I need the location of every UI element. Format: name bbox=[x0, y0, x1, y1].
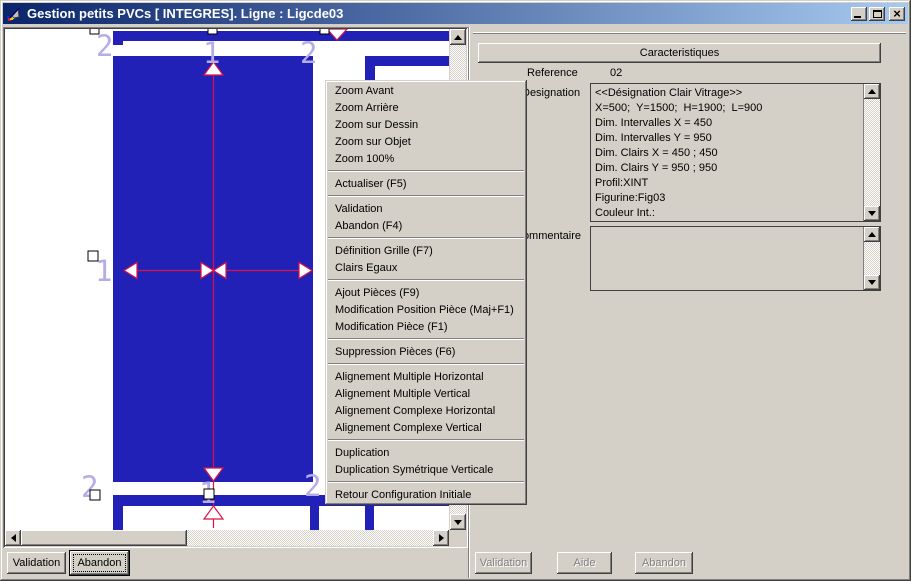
app-icon bbox=[6, 6, 22, 22]
commentaire-scrollbar[interactable] bbox=[863, 227, 880, 290]
horizontal-scrollbar[interactable] bbox=[5, 530, 449, 546]
maximize-icon bbox=[873, 10, 882, 18]
panel-abandon-button[interactable]: Abandon bbox=[635, 552, 693, 574]
designation-textarea[interactable]: <<Désignation Clair Vitrage>> X=500; Y=1… bbox=[590, 83, 881, 222]
menu-separator bbox=[328, 195, 524, 197]
menu-item-modification-piece[interactable]: Modification Pièce (F1) bbox=[327, 318, 525, 335]
selection-handle[interactable] bbox=[320, 29, 329, 34]
panel-top-groove bbox=[473, 32, 906, 34]
menu-item-zoom-sur-dessin[interactable]: Zoom sur Dessin bbox=[327, 116, 525, 133]
validation-button[interactable]: Validation bbox=[7, 552, 66, 574]
selection-handle[interactable] bbox=[208, 29, 217, 34]
menu-item-abandon[interactable]: Abandon (F4) bbox=[327, 217, 525, 234]
title-bar[interactable]: Gestion petits PVCs [ INTEGRES]. Ligne :… bbox=[3, 3, 908, 24]
close-button[interactable]: × bbox=[889, 7, 905, 21]
minimize-button[interactable] bbox=[851, 7, 867, 21]
menu-item-validation[interactable]: Validation bbox=[327, 200, 525, 217]
menu-item-definition-grille[interactable]: Définition Grille (F7) bbox=[327, 242, 525, 259]
menu-item-zoom-avant[interactable]: Zoom Avant bbox=[327, 82, 525, 99]
menu-separator bbox=[328, 338, 524, 340]
sash2-top-rail[interactable] bbox=[365, 56, 449, 66]
menu-item-actualiser[interactable]: Actualiser (F5) bbox=[327, 175, 525, 192]
reference-label: Reference bbox=[527, 67, 578, 79]
window-title: Gestion petits PVCs [ INTEGRES]. Ligne :… bbox=[27, 6, 343, 21]
menu-item-suppression-pieces[interactable]: Suppression Pièces (F6) bbox=[327, 343, 525, 360]
maximize-button[interactable] bbox=[869, 7, 885, 21]
frame-bottom-stub-mid bbox=[310, 506, 319, 530]
selection-handle[interactable] bbox=[204, 489, 214, 499]
properties-panel: Caracteristiques Reference 02 Designatio… bbox=[470, 27, 908, 578]
reference-value: 02 bbox=[610, 67, 622, 79]
arrow-up-icon bbox=[868, 89, 876, 94]
menu-separator bbox=[328, 481, 524, 483]
scrollbar-corner bbox=[450, 530, 466, 546]
abandon-button-default[interactable]: Abandon bbox=[69, 550, 130, 576]
cell-label: 2 bbox=[304, 469, 321, 503]
menu-separator bbox=[328, 363, 524, 365]
menu-separator bbox=[328, 279, 524, 281]
menu-separator bbox=[328, 170, 524, 172]
scroll-down-button[interactable] bbox=[864, 275, 880, 290]
caracteristiques-label: Caracteristiques bbox=[640, 47, 719, 59]
menu-item-ajout-pieces[interactable]: Ajout Pièces (F9) bbox=[327, 284, 525, 301]
scroll-down-button[interactable] bbox=[864, 206, 880, 221]
commentaire-textarea[interactable] bbox=[590, 226, 881, 291]
frame-bottom-stub-left bbox=[113, 506, 123, 530]
menu-item-modification-position-piece[interactable]: Modification Position Pièce (Maj+F1) bbox=[327, 301, 525, 318]
designation-text: <<Désignation Clair Vitrage>> X=500; Y=1… bbox=[591, 84, 863, 221]
scroll-left-button[interactable] bbox=[5, 530, 21, 546]
close-icon: × bbox=[893, 8, 901, 20]
frame-top-rail-end bbox=[113, 41, 123, 45]
arrow-down-icon bbox=[454, 520, 462, 525]
menu-item-alignement-multiple-vertical[interactable]: Alignement Multiple Vertical bbox=[327, 385, 525, 402]
selection-handle[interactable] bbox=[90, 490, 100, 500]
designation-scrollbar[interactable] bbox=[863, 84, 880, 221]
menu-item-duplication[interactable]: Duplication bbox=[327, 444, 525, 461]
menu-separator bbox=[328, 237, 524, 239]
app-window: Gestion petits PVCs [ INTEGRES]. Ligne :… bbox=[0, 0, 911, 581]
cell-label: 2 bbox=[300, 36, 317, 70]
horizontal-scroll-thumb[interactable] bbox=[21, 530, 187, 546]
menu-item-alignement-complexe-vertical[interactable]: Alignement Complexe Vertical bbox=[327, 419, 525, 436]
panel-aide-button[interactable]: Aide bbox=[557, 552, 612, 574]
frame-top-rail[interactable] bbox=[113, 31, 449, 41]
arrow-right-icon bbox=[439, 534, 444, 542]
menu-item-zoom-arriere[interactable]: Zoom Arrière bbox=[327, 99, 525, 116]
menu-item-alignement-multiple-horizontal[interactable]: Alignement Multiple Horizontal bbox=[327, 368, 525, 385]
designation-label: Designation bbox=[522, 87, 580, 99]
panel-validation-button[interactable]: Validation bbox=[475, 552, 532, 574]
commentaire-text bbox=[591, 227, 863, 290]
menu-item-duplication-symetrique-verticale[interactable]: Duplication Symétrique Verticale bbox=[327, 461, 525, 478]
menu-item-alignement-complexe-horizontal[interactable]: Alignement Complexe Horizontal bbox=[327, 402, 525, 419]
menu-item-zoom-100[interactable]: Zoom 100% bbox=[327, 150, 525, 167]
arrow-left-icon bbox=[11, 534, 16, 542]
caracteristiques-header[interactable]: Caracteristiques bbox=[478, 43, 881, 63]
scroll-down-button[interactable] bbox=[450, 514, 466, 530]
arrow-up-icon bbox=[868, 232, 876, 237]
selection-handle[interactable] bbox=[88, 251, 98, 261]
arrow-down-icon bbox=[868, 211, 876, 216]
context-menu: Zoom Avant Zoom Arrière Zoom sur Dessin … bbox=[325, 80, 527, 505]
scroll-up-button[interactable] bbox=[450, 29, 466, 45]
arrow-down-icon bbox=[868, 280, 876, 285]
menu-item-clairs-egaux[interactable]: Clairs Egaux bbox=[327, 259, 525, 276]
menu-item-zoom-sur-objet[interactable]: Zoom sur Objet bbox=[327, 133, 525, 150]
scroll-right-button[interactable] bbox=[433, 530, 449, 546]
arrow-up-icon bbox=[454, 35, 462, 40]
scroll-up-button[interactable] bbox=[864, 84, 880, 99]
frame-bottom-stub-right bbox=[365, 506, 374, 530]
scroll-up-button[interactable] bbox=[864, 227, 880, 242]
menu-separator bbox=[328, 439, 524, 441]
abandon-button[interactable]: Abandon bbox=[70, 551, 129, 575]
menu-item-retour-configuration-initiale[interactable]: Retour Configuration Initiale bbox=[327, 486, 525, 503]
minimize-icon bbox=[854, 16, 861, 18]
cell-label: 1 bbox=[203, 36, 220, 70]
selection-handle[interactable] bbox=[90, 29, 99, 34]
